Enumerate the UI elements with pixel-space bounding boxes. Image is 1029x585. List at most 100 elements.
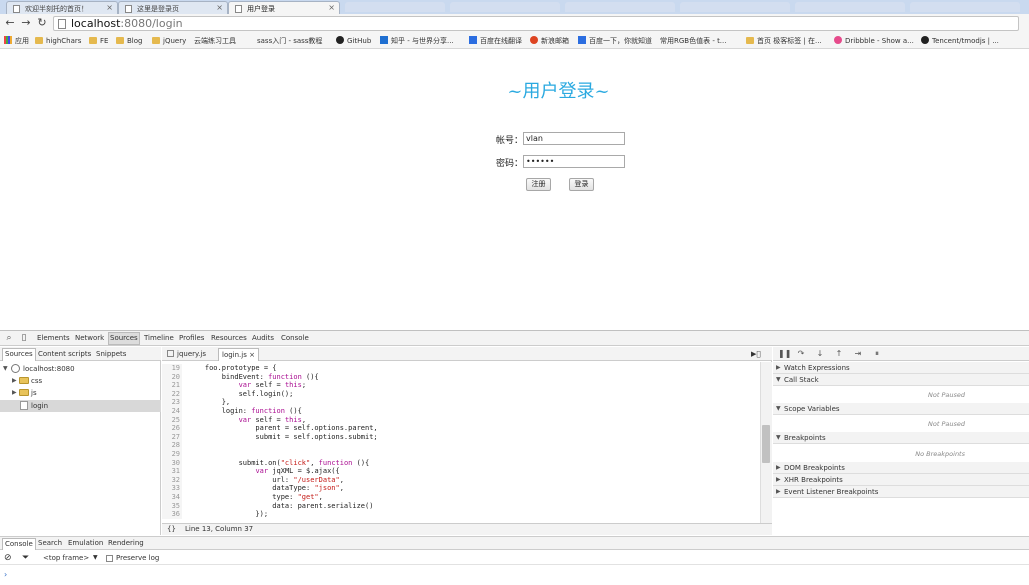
line-number[interactable]: 36	[162, 510, 182, 519]
code-line[interactable]: 22 self.login();	[162, 389, 760, 399]
line-number[interactable]: 32	[162, 475, 182, 485]
bookmark-dribbble[interactable]: Dribbble - Show a...	[834, 36, 914, 47]
bookmark-jquery[interactable]: jQuery	[152, 36, 186, 47]
drawer-tab-search[interactable]: Search	[36, 538, 64, 550]
code-line[interactable]: 36 });	[162, 510, 760, 519]
section-breakpoints[interactable]: ▼ Breakpoints	[773, 432, 1029, 444]
code-line[interactable]: 24 login: function (){	[162, 407, 760, 416]
code-line[interactable]: 33 dataType: "json",	[162, 484, 760, 493]
bookmark-zhihu[interactable]: 知乎 - 与世界分享...	[380, 36, 454, 47]
background-tab[interactable]	[680, 2, 790, 12]
inspect-search-icon[interactable]: ⌕	[4, 333, 14, 343]
drawer-tab-emulation[interactable]: Emulation	[66, 538, 105, 550]
tab-content-scripts[interactable]: Content scripts	[38, 349, 91, 359]
tab-sources-nav[interactable]: Sources	[2, 348, 36, 361]
line-number[interactable]: 25	[162, 415, 182, 425]
password-input[interactable]	[523, 155, 625, 168]
background-tab[interactable]	[910, 2, 1020, 12]
clear-console-icon[interactable]: ⊘	[4, 551, 12, 565]
device-mode-icon[interactable]: ▯	[19, 333, 29, 343]
step-out-icon[interactable]: ↑	[834, 349, 844, 359]
line-number[interactable]: 24	[162, 407, 182, 416]
tab-network[interactable]: Network	[75, 333, 104, 344]
code-lines[interactable]: 19 foo.prototype = {20 bindEvent: functi…	[162, 362, 760, 523]
line-number[interactable]: 30	[162, 458, 182, 468]
triangle-right-icon[interactable]: ▶	[12, 387, 17, 399]
file-tab-login[interactable]: login.js ×	[218, 348, 259, 361]
line-number[interactable]: 29	[162, 450, 182, 459]
background-tab[interactable]	[795, 2, 905, 12]
frame-select[interactable]: <top frame>	[43, 551, 89, 565]
line-number[interactable]: 35	[162, 501, 182, 511]
triangle-right-icon[interactable]: ▶	[12, 375, 17, 387]
tree-item-login[interactable]: login	[0, 400, 161, 412]
section-watch-expressions[interactable]: ▶ Watch Expressions	[773, 362, 1029, 374]
code-line[interactable]: 30 submit.on("click", function (){	[162, 458, 760, 468]
code-line[interactable]: 35 data: parent.serialize()	[162, 501, 760, 511]
step-over-icon[interactable]: ↷	[796, 349, 806, 359]
close-icon[interactable]: ×	[328, 3, 335, 12]
code-line[interactable]: 29	[162, 450, 760, 459]
section-scope-variables[interactable]: ▼ Scope Variables	[773, 403, 1029, 415]
code-line[interactable]: 31 var jqXML = $.ajax({	[162, 467, 760, 476]
tab-snippets[interactable]: Snippets	[96, 349, 126, 359]
close-icon[interactable]: ×	[249, 351, 255, 359]
code-line[interactable]: 25 var self = this,	[162, 415, 760, 425]
tab-audits[interactable]: Audits	[252, 333, 274, 344]
line-number[interactable]: 21	[162, 381, 182, 390]
console-prompt[interactable]: ›	[4, 570, 7, 579]
browser-tab-user-login[interactable]: 用户登录 ×	[228, 1, 340, 14]
bookmark-apps[interactable]: 应用	[4, 36, 29, 47]
line-number[interactable]: 33	[162, 484, 182, 493]
dropdown-arrow-icon[interactable]: ▼	[93, 551, 98, 565]
line-number[interactable]: 26	[162, 424, 182, 433]
account-input[interactable]	[523, 132, 625, 145]
background-tab[interactable]	[345, 2, 445, 12]
code-line[interactable]: 19 foo.prototype = {	[162, 364, 760, 373]
bookmark-cloud-tool[interactable]: 云端练习工具	[194, 36, 236, 47]
code-line[interactable]: 26 parent = self.options.parent,	[162, 424, 760, 433]
pause-icon[interactable]: ❚❚	[778, 349, 791, 359]
editor-scroll-thumb[interactable]	[762, 425, 770, 463]
bookmark-geek-tags[interactable]: 首页 极客标签 | 在...	[746, 36, 822, 47]
login-button[interactable]: 登录	[569, 178, 594, 191]
register-button[interactable]: 注册	[526, 178, 551, 191]
bookmark-rgb-table[interactable]: 常用RGB色值表 - t...	[660, 36, 727, 47]
preserve-log-checkbox[interactable]	[106, 555, 113, 562]
close-icon[interactable]: ×	[106, 3, 113, 12]
drawer-tab-rendering[interactable]: Rendering	[106, 538, 146, 550]
bookmark-tmodjs[interactable]: Tencent/tmodjs | ...	[921, 36, 999, 47]
step-into-icon[interactable]: ↓	[815, 349, 825, 359]
reload-icon[interactable]: ↻	[35, 16, 49, 30]
code-line[interactable]: 20 bindEvent: function (){	[162, 372, 760, 382]
toggle-debugger-icon[interactable]: ▶⃞	[748, 348, 764, 361]
code-line[interactable]: 34 type: "get",	[162, 493, 760, 502]
tree-item-css[interactable]: ▶ css	[0, 375, 161, 387]
line-number[interactable]: 22	[162, 389, 182, 399]
section-call-stack[interactable]: ▼ Call Stack	[773, 374, 1029, 386]
bookmark-highchars[interactable]: highChars	[35, 36, 81, 47]
background-tab[interactable]	[565, 2, 675, 12]
address-bar[interactable]: localhost:8080/login	[53, 16, 1019, 31]
browser-tab-home[interactable]: 欢迎半刻托的首页！ ×	[6, 1, 118, 14]
tab-timeline[interactable]: Timeline	[144, 333, 174, 344]
section-event-listener-breakpoints[interactable]: ▶ Event Listener Breakpoints	[773, 486, 1029, 498]
tree-item-origin[interactable]: ▼ localhost:8080	[0, 363, 161, 375]
pretty-print-icon[interactable]: {}	[167, 524, 176, 535]
tree-item-js[interactable]: ▶ js	[0, 387, 161, 399]
bookmark-github[interactable]: GitHub	[336, 36, 371, 47]
line-number[interactable]: 34	[162, 493, 182, 502]
drawer-tab-console[interactable]: Console	[2, 538, 36, 550]
line-number[interactable]: 31	[162, 467, 182, 476]
section-dom-breakpoints[interactable]: ▶ DOM Breakpoints	[773, 462, 1029, 474]
pause-on-exceptions-icon[interactable]: ⏸	[872, 349, 882, 359]
code-line[interactable]: 23 },	[162, 398, 760, 407]
triangle-down-icon[interactable]: ▼	[3, 363, 8, 375]
tab-profiles[interactable]: Profiles	[179, 333, 204, 344]
bookmark-sass[interactable]: sass入门 - sass教程	[257, 36, 322, 47]
code-line[interactable]: 32 url: "/userData",	[162, 475, 760, 485]
tab-resources[interactable]: Resources	[211, 333, 247, 344]
line-number[interactable]: 23	[162, 398, 182, 407]
code-line[interactable]: 28	[162, 441, 760, 450]
bookmark-sina-mail[interactable]: 新浪邮箱	[530, 36, 569, 47]
